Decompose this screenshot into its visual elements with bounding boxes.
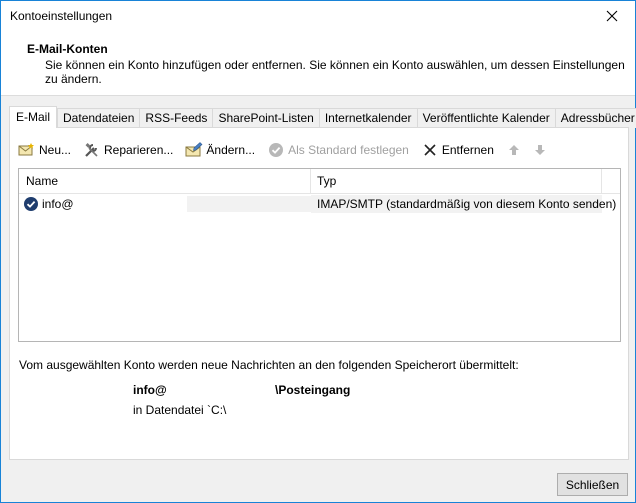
new-account-label: Neu...	[39, 143, 72, 157]
default-account-icon	[23, 196, 39, 212]
change-button[interactable]: Ändern...	[185, 140, 255, 160]
arrow-down-icon	[534, 145, 545, 155]
move-down-button[interactable]	[532, 141, 548, 159]
remove-x-icon	[421, 141, 439, 159]
new-account-icon	[18, 141, 36, 159]
set-default-label: Als Standard festlegen	[288, 143, 409, 157]
header-panel: E-Mail-Konten Sie können ein Konto hinzu…	[1, 31, 635, 96]
header-title: E-Mail-Konten	[27, 42, 108, 56]
account-name: info@	[42, 197, 74, 211]
repair-tools-icon	[83, 141, 101, 159]
change-account-icon	[185, 141, 203, 159]
account-list[interactable]: Name Typ info@ IMAP/SMTP (standardmäßig …	[18, 168, 621, 342]
delivery-account: info@	[133, 383, 167, 397]
check-circle-icon	[267, 141, 285, 159]
remove-label: Entfernen	[441, 143, 494, 157]
header-description: Sie können ein Konto hinzufügen oder ent…	[45, 58, 625, 86]
account-type: IMAP/SMTP (standardmäßig von diesem Kont…	[311, 195, 616, 213]
set-default-button[interactable]: Als Standard festlegen	[267, 140, 409, 160]
arrow-up-icon	[508, 145, 519, 155]
tab-email[interactable]: E-Mail	[9, 106, 58, 128]
delivery-data-file: in Datendatei `C:\	[133, 403, 227, 417]
list-header: Name Typ	[19, 169, 620, 194]
row-highlight	[187, 196, 311, 212]
toolbar: Neu... Reparieren... Ändern... Als Stand…	[18, 140, 558, 160]
repair-label: Reparieren...	[104, 143, 174, 157]
new-account-button[interactable]: Neu...	[18, 140, 71, 160]
account-name-cell: info@	[19, 195, 311, 213]
repair-button[interactable]: Reparieren...	[83, 140, 173, 160]
column-header-type[interactable]: Typ	[311, 169, 602, 193]
title-bar: Kontoeinstellungen	[1, 1, 635, 31]
tab-internet-calendars[interactable]: Internetkalender	[318, 108, 417, 128]
column-header-name[interactable]: Name	[19, 169, 311, 193]
window-title: Kontoeinstellungen	[10, 9, 113, 23]
tab-address-books[interactable]: Adressbücher	[554, 108, 636, 128]
account-row[interactable]: info@ IMAP/SMTP (standardmäßig von diese…	[19, 195, 620, 213]
close-button[interactable]: Schließen	[557, 473, 628, 496]
tab-rss-feeds[interactable]: RSS-Feeds	[139, 108, 213, 128]
email-tab-panel: Neu... Reparieren... Ändern... Als Stand…	[9, 127, 629, 460]
tab-data-files[interactable]: Datendateien	[57, 108, 140, 128]
remove-button[interactable]: Entfernen	[421, 140, 494, 160]
close-icon	[606, 10, 618, 22]
tab-published-calendars[interactable]: Veröffentlichte Kalender	[416, 108, 555, 128]
delivery-info-text: Vom ausgewählten Konto werden neue Nachr…	[19, 358, 519, 372]
account-settings-dialog: Kontoeinstellungen E-Mail-Konten Sie kön…	[0, 0, 636, 503]
window-close-button[interactable]	[589, 1, 635, 31]
change-label: Ändern...	[206, 143, 256, 157]
delivery-folder: \Posteingang	[275, 383, 351, 397]
tab-sharepoint-lists[interactable]: SharePoint-Listen	[212, 108, 319, 128]
move-up-button[interactable]	[506, 141, 522, 159]
tab-bar: E-Mail Datendateien RSS-Feeds SharePoint…	[9, 106, 636, 128]
